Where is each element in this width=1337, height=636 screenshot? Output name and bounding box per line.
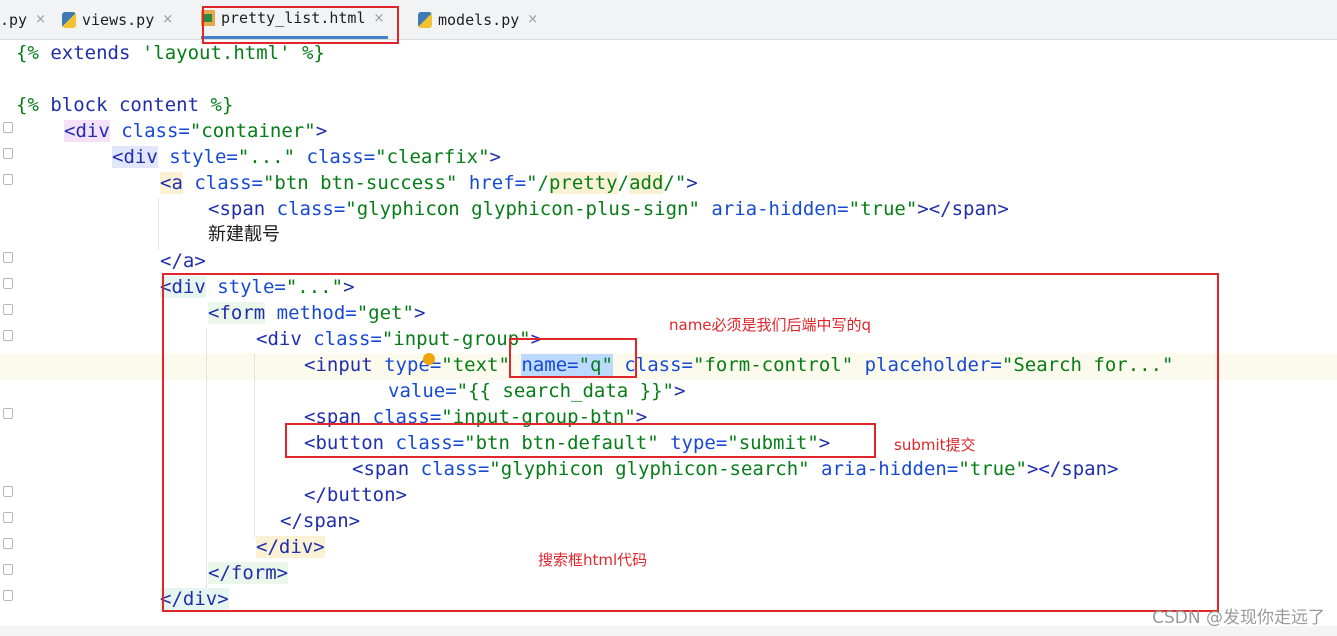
tab-py[interactable]: .py × <box>0 0 46 39</box>
indent-guide <box>158 198 159 250</box>
close-icon[interactable]: × <box>162 12 173 27</box>
fold-icon[interactable] <box>3 512 13 523</box>
code-line: </a> <box>160 250 206 272</box>
fold-icon[interactable] <box>3 252 13 263</box>
scrollbar-track[interactable] <box>0 626 1337 636</box>
fold-icon[interactable] <box>3 590 13 601</box>
fold-icon[interactable] <box>3 122 13 133</box>
fold-icon[interactable] <box>3 174 13 185</box>
code-line: <div style="..." class="clearfix"> <box>112 146 501 168</box>
fold-icon[interactable] <box>3 564 13 575</box>
tab-highlight-box <box>202 6 399 44</box>
tab-label: .py <box>0 10 28 29</box>
code-line: <div class="container"> <box>64 120 328 142</box>
name-attr-box <box>509 338 637 378</box>
tab-label: models.py <box>438 10 520 29</box>
close-icon[interactable]: × <box>527 12 538 27</box>
fold-icon[interactable] <box>3 330 13 341</box>
tab-models-py[interactable]: models.py × <box>418 0 538 39</box>
search-box-annotation: 搜索框html代码 <box>538 551 648 569</box>
submit-button-box <box>285 423 876 458</box>
fold-icon[interactable] <box>3 408 13 419</box>
python-file-icon <box>62 11 76 28</box>
fold-icon[interactable] <box>3 148 13 159</box>
name-annotation: name必须是我们后端中写的q <box>669 316 872 334</box>
code-line: 新建靓号 <box>208 224 280 245</box>
code-line: {% block content %} <box>16 94 234 116</box>
tab-label: views.py <box>82 10 155 29</box>
watermark: CSDN @发现你走远了 <box>1152 608 1325 628</box>
fold-icon[interactable] <box>3 278 13 289</box>
submit-annotation: submit提交 <box>894 436 976 454</box>
fold-icon[interactable] <box>3 304 13 315</box>
fold-icon[interactable] <box>3 486 13 497</box>
fold-icon[interactable] <box>3 538 13 549</box>
tab-views-py[interactable]: views.py × <box>62 0 173 39</box>
python-file-icon <box>418 11 432 28</box>
code-line: <a class="btn btn-success" href="/pretty… <box>160 172 698 194</box>
editor-tab-bar: .py × views.py × pretty_list.html × mode… <box>0 0 1337 40</box>
code-line: <span class="glyphicon glyphicon-plus-si… <box>208 198 1009 220</box>
close-icon[interactable]: × <box>35 12 46 27</box>
